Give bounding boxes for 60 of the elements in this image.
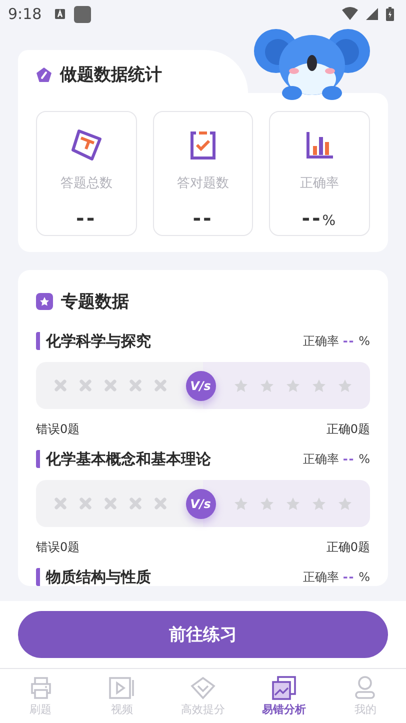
star-icon [234,378,248,392]
cross-icon [79,497,92,510]
cross-icon [129,497,142,510]
person-icon [354,676,376,700]
star-icon [338,378,352,392]
topic-title: 化学基本概念和基本理论 [36,450,211,468]
nav-tab[interactable]: 刷题 [0,669,82,723]
star-icon [234,496,248,510]
cross-icon [54,379,67,392]
accuracy-text: 正确率 -- % [302,333,370,350]
cross-icon [104,379,117,392]
stat-label: 正确率 [300,175,340,192]
battery-icon [386,7,394,21]
card-title: 专题数据 [61,290,129,312]
stat-label: 答题总数 [60,175,112,192]
document-icon [69,128,104,162]
star-icon [286,496,300,510]
star-icon [286,378,300,392]
cross-icon [154,379,167,392]
nav-tab[interactable]: 视频 [81,669,162,723]
star-icon [338,496,352,510]
vs-badge: V/s [186,488,216,518]
correct-count: 正确0题 [326,539,370,556]
nav-tab[interactable]: 高效提分 [162,669,244,723]
signal-icon [366,8,378,20]
nav-tab[interactable]: 易错分析 [244,669,325,723]
cross-icon [54,497,67,510]
practice-button[interactable]: 前往练习 [18,611,388,658]
cross-icon [104,497,117,510]
topic-title: 物质结构与性质 [36,568,151,586]
cross-icon [154,497,167,510]
pen-icon [36,66,52,82]
vs-badge: V/s [186,370,216,400]
cross-icon [79,379,92,392]
stat-value: -- [76,206,97,230]
chart-image-icon [272,676,296,700]
app-icon [74,6,91,22]
wifi-icon [342,7,358,21]
diamond-icon [190,676,216,700]
stat-label: 答对题数 [176,175,229,192]
accuracy-text: 正确率 -- % [302,569,370,586]
wrong-count: 错误0题 [36,539,80,556]
accuracy-text: 正确率 -- % [302,451,370,468]
video-icon [108,676,136,700]
wrong-count: 错误0题 [36,421,80,438]
nav-tab[interactable]: 我的 [324,669,406,723]
keyboard-icon [54,8,66,20]
stat-value: --% [302,206,338,230]
cross-icon [129,379,142,392]
card-title: 做题数据统计 [60,64,162,86]
star-badge-icon [36,292,53,310]
status-time: 9:18 [8,5,42,23]
star-icon [312,378,326,392]
printer-icon [28,676,53,700]
correct-count: 正确0题 [326,421,370,438]
stat-value: -- [192,206,214,230]
star-icon [312,496,326,510]
star-icon [260,496,274,510]
star-icon [260,378,274,392]
topic-title: 化学科学与探究 [36,332,151,350]
